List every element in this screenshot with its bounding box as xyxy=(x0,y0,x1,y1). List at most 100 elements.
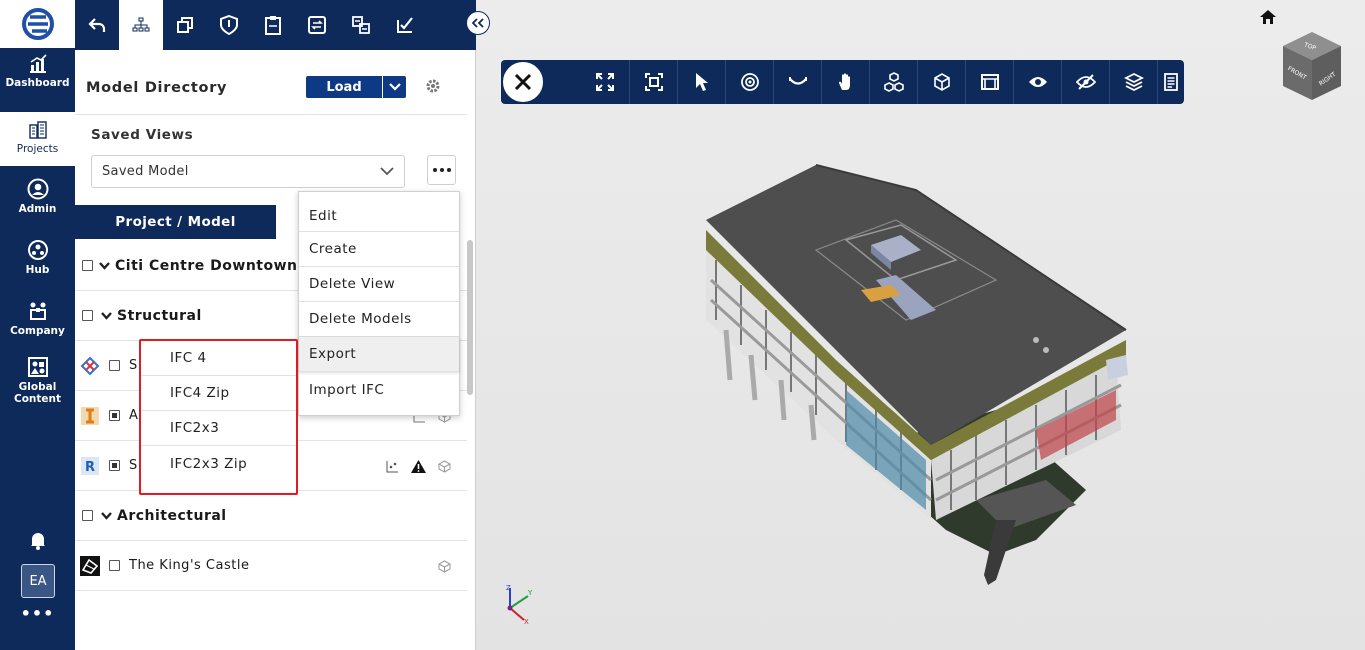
export-option-ifc2x3-zip[interactable]: IFC2x3 Zip xyxy=(141,446,296,481)
gear-icon[interactable] xyxy=(424,77,442,95)
export-submenu: IFC 4 IFC4 Zip IFC2x3 IFC2x3 Zip xyxy=(139,339,298,495)
3d-viewer[interactable]: TOP FRONT RIGHT Z Y X xyxy=(476,0,1365,650)
axis-y-label: Y xyxy=(527,589,533,597)
shield-icon[interactable] xyxy=(207,0,251,50)
show-icon[interactable] xyxy=(1013,60,1061,104)
tree-row-model[interactable]: The King's Castle xyxy=(75,541,467,591)
model-name: The King's Castle xyxy=(129,558,250,573)
select-icon[interactable] xyxy=(677,60,725,104)
menu-item-delete-view[interactable]: Delete View xyxy=(299,267,459,302)
export-option-ifc2x3[interactable]: IFC2x3 xyxy=(141,411,296,446)
axis-triad: Z Y X xyxy=(504,582,538,626)
nav-label: Global Content xyxy=(13,381,62,405)
tab-project-model[interactable]: Project / Model xyxy=(75,205,276,239)
model-tree-icon[interactable] xyxy=(119,0,163,50)
saved-views-label: Saved Views xyxy=(91,127,194,143)
look-icon[interactable] xyxy=(773,60,821,104)
saved-view-options-menu: Edit Create Delete View Delete Models Ex… xyxy=(298,191,460,416)
nav-admin[interactable]: Admin xyxy=(0,178,75,236)
divider xyxy=(75,114,467,115)
chevron-down-icon[interactable] xyxy=(101,311,112,320)
building-model[interactable] xyxy=(696,160,1156,590)
nav-label: Dashboard xyxy=(5,77,70,89)
nav-global-content[interactable]: Global Content xyxy=(0,356,75,406)
export-option-ifc4-zip[interactable]: IFC4 Zip xyxy=(141,376,296,411)
double-chevron-left-icon xyxy=(472,18,484,28)
cube-icon[interactable] xyxy=(438,459,451,473)
chevron-down-icon[interactable] xyxy=(383,76,406,98)
menu-item-import-ifc[interactable]: Import IFC xyxy=(299,372,459,407)
nav-dashboard[interactable]: Dashboard xyxy=(0,54,75,112)
svg-text:R: R xyxy=(85,460,96,475)
row-checkbox[interactable] xyxy=(109,360,120,371)
sync-icon[interactable] xyxy=(295,0,339,50)
chevron-down-icon[interactable] xyxy=(101,511,112,520)
axis-z-label: Z xyxy=(506,584,511,592)
axis-x-label: X xyxy=(524,618,529,626)
chevron-down-icon xyxy=(380,167,394,176)
model-name: A xyxy=(129,408,139,423)
collapse-panel-button[interactable] xyxy=(466,11,490,35)
app-logo[interactable] xyxy=(0,0,75,48)
chevron-down-icon[interactable] xyxy=(99,261,110,270)
more-menu[interactable]: ••• xyxy=(0,604,75,623)
panel-title: Model Directory xyxy=(86,80,228,96)
nav-hub[interactable]: Hub xyxy=(0,239,75,297)
row-actions xyxy=(386,441,451,491)
menu-item-delete-models[interactable]: Delete Models xyxy=(299,302,459,337)
group-name: Citi Centre Downtown xyxy=(115,257,298,274)
viewer-toolbar xyxy=(501,60,1184,104)
load-button[interactable]: Load xyxy=(306,76,406,98)
section-box-icon[interactable] xyxy=(917,60,965,104)
checklist-icon[interactable] xyxy=(383,0,427,50)
revit-icon: R xyxy=(81,456,99,475)
view-cube[interactable]: TOP FRONT RIGHT xyxy=(1281,30,1343,102)
row-checkbox[interactable] xyxy=(109,460,120,471)
avatar[interactable]: EA xyxy=(21,564,55,598)
left-nav: Dashboard Projects Admin Hub Company Glo… xyxy=(0,0,75,650)
fit-view-icon[interactable] xyxy=(629,60,677,104)
tree-row-group[interactable]: Architectural xyxy=(75,491,467,541)
global-content-icon xyxy=(27,357,48,377)
nav-company[interactable]: Company xyxy=(0,300,75,358)
menu-item-create[interactable]: Create xyxy=(299,232,459,267)
chart-icon xyxy=(29,54,47,73)
warning-icon[interactable] xyxy=(411,459,426,473)
explode-icon[interactable] xyxy=(869,60,917,104)
close-viewer-tools-button[interactable] xyxy=(501,60,545,104)
row-checkbox[interactable] xyxy=(109,560,120,571)
saved-views-select[interactable]: Saved Model xyxy=(91,155,405,188)
layers-icon[interactable] xyxy=(1109,60,1157,104)
panel-scrollbar[interactable] xyxy=(467,240,473,395)
home-icon[interactable] xyxy=(1259,9,1277,25)
saved-views-value: Saved Model xyxy=(102,164,189,179)
row-checkbox[interactable] xyxy=(82,310,93,321)
properties-icon[interactable] xyxy=(1157,60,1184,104)
menu-item-edit[interactable]: Edit xyxy=(299,192,459,232)
fullscreen-icon[interactable] xyxy=(581,60,629,104)
compare-icon[interactable] xyxy=(339,0,383,50)
hide-icon[interactable] xyxy=(1061,60,1109,104)
orbit-icon[interactable] xyxy=(725,60,773,104)
panel-toolbar xyxy=(75,0,476,50)
section-plane-icon[interactable] xyxy=(965,60,1013,104)
scatter-icon[interactable] xyxy=(386,460,399,473)
nav-projects[interactable]: Projects xyxy=(0,112,75,166)
export-option-ifc4[interactable]: IFC 4 xyxy=(141,341,296,376)
ifc-file-icon xyxy=(80,356,100,375)
bell-icon[interactable] xyxy=(28,530,48,550)
menu-item-export[interactable]: Export xyxy=(299,337,459,372)
row-checkbox[interactable] xyxy=(109,410,120,421)
nav-label: Admin xyxy=(18,203,57,215)
cube-icon[interactable] xyxy=(438,559,451,573)
row-checkbox[interactable] xyxy=(82,510,93,521)
copy-icon[interactable] xyxy=(163,0,207,50)
more-options-button[interactable] xyxy=(427,155,456,185)
pan-hand-icon[interactable] xyxy=(821,60,869,104)
close-icon xyxy=(514,73,532,91)
row-checkbox[interactable] xyxy=(82,260,93,271)
clipboard-icon[interactable] xyxy=(251,0,295,50)
model-name: S xyxy=(129,358,138,373)
load-button-label[interactable]: Load xyxy=(306,76,383,98)
back-icon[interactable] xyxy=(75,0,119,50)
